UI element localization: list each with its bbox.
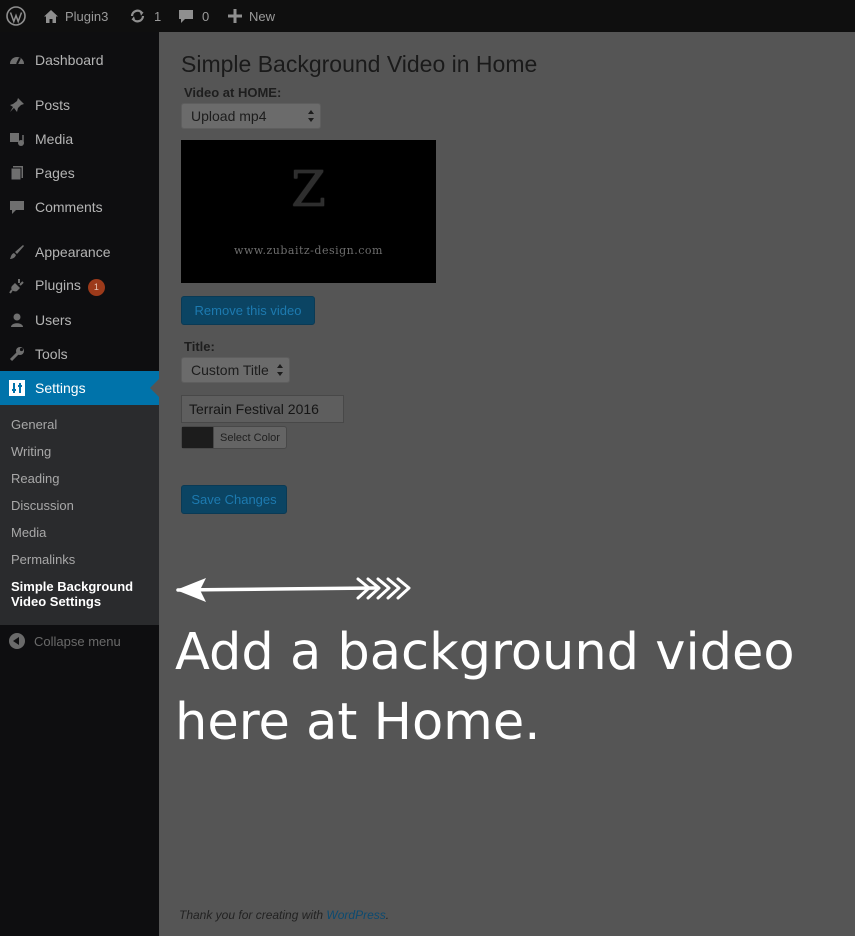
wrench-icon (9, 346, 25, 362)
updates-link[interactable]: 1 (129, 0, 161, 32)
menu-item-settings[interactable]: Settings (0, 371, 159, 405)
updates-icon (129, 8, 146, 24)
color-swatch (182, 427, 214, 448)
settings-icon (9, 380, 25, 396)
comments-link[interactable]: 0 (178, 0, 209, 32)
select-arrows-icon (308, 110, 314, 122)
brush-icon (9, 244, 25, 260)
menu-label: Pages (35, 165, 75, 181)
new-content-link[interactable]: New (228, 0, 275, 32)
new-label: New (249, 8, 276, 24)
footer-suffix: . (385, 908, 390, 922)
pages-icon (9, 165, 25, 181)
menu-label: Users (35, 312, 72, 328)
dashboard-icon (9, 52, 25, 68)
site-name-link[interactable]: Plugin3 (43, 0, 108, 32)
submenu-label-line-2: Video Settings (11, 594, 102, 609)
collapse-icon (9, 633, 25, 649)
user-icon (9, 312, 25, 328)
updates-count: 1 (154, 8, 162, 24)
submenu-item-discussion[interactable]: Discussion (11, 498, 74, 513)
menu-label: Media (35, 131, 74, 147)
save-changes-button[interactable]: Save Changes (181, 485, 287, 514)
menu-item-comments[interactable]: Comments (0, 190, 159, 224)
menu-item-media[interactable]: Media (0, 122, 159, 156)
video-source-select[interactable]: Upload mp4 (181, 103, 321, 129)
media-icon (9, 131, 25, 147)
submenu-item-writing[interactable]: Writing (11, 444, 51, 459)
plugins-update-badge: 1 (87, 278, 105, 296)
submenu-item-reading[interactable]: Reading (11, 471, 59, 486)
select-arrows-icon (277, 364, 283, 376)
comments-count: 0 (202, 8, 210, 24)
admin-sidebar: Dashboard Posts Media Pages Comments App… (0, 32, 159, 936)
menu-label: Settings (35, 380, 86, 396)
comment-icon (9, 199, 25, 215)
annotation-line-2: here at Home. (175, 693, 541, 752)
annotation-arrow-icon (176, 577, 411, 602)
plug-icon (9, 278, 25, 294)
video-preview-logo: Z (291, 160, 326, 218)
menu-item-dashboard[interactable]: Dashboard (0, 43, 159, 77)
pin-icon (9, 97, 25, 113)
submenu-item-simple-background-video-settings[interactable]: Simple Background Video Settings (11, 579, 133, 609)
title-text-input[interactable]: Terrain Festival 2016 (181, 395, 344, 423)
menu-item-posts[interactable]: Posts (0, 88, 159, 122)
video-preview-caption: www.zubaitz-design.com (234, 244, 383, 257)
submenu-label-line-1: Simple Background (11, 579, 134, 594)
select-color-label: Select Color (220, 431, 280, 444)
video-preview: Z www.zubaitz-design.com (181, 140, 436, 283)
menu-label: Tools (35, 346, 68, 362)
menu-item-tools[interactable]: Tools (0, 337, 159, 371)
menu-label: Appearance (35, 244, 111, 260)
wordpress-logo-icon[interactable] (6, 0, 26, 32)
comment-icon (178, 9, 194, 24)
submenu-item-permalinks[interactable]: Permalinks (11, 552, 75, 567)
annotation-line-1: Add a background video (175, 623, 795, 682)
menu-label: Comments (35, 199, 103, 215)
menu-label: Posts (35, 97, 71, 113)
active-indicator-arrow (150, 379, 159, 397)
wordpress-link[interactable]: WordPress (326, 908, 385, 922)
collapse-label: Collapse menu (34, 633, 121, 649)
submenu-item-media[interactable]: Media (11, 525, 46, 540)
site-name: Plugin3 (65, 8, 109, 24)
title-label: Title: (184, 339, 215, 354)
admin-footer: Thank you for creating with WordPress. (179, 908, 389, 922)
page-title: Simple Background Video in Home (181, 51, 538, 77)
remove-video-button[interactable]: Remove this video (181, 296, 315, 325)
submenu-item-general[interactable]: General (11, 417, 57, 432)
home-icon (43, 9, 59, 24)
menu-item-plugins[interactable]: Plugins 1 (0, 269, 159, 303)
collapse-menu-button[interactable]: Collapse menu (9, 632, 121, 650)
plus-icon (228, 9, 242, 23)
settings-submenu: General Writing Reading Discussion Media… (0, 405, 159, 625)
footer-text: Thank you for creating with (179, 908, 327, 922)
menu-label: Plugins 1 (35, 277, 105, 296)
menu-item-appearance[interactable]: Appearance (0, 235, 159, 269)
title-type-value: Custom Title (191, 362, 269, 378)
color-picker-button[interactable]: Select Color (181, 426, 287, 449)
annotation-text: Add a background video here at Home. (175, 618, 835, 758)
menu-label: Dashboard (35, 52, 104, 68)
menu-item-pages[interactable]: Pages (0, 156, 159, 190)
menu-item-users[interactable]: Users (0, 303, 159, 337)
video-label: Video at HOME: (184, 85, 282, 100)
plugins-label: Plugins (35, 276, 81, 293)
title-type-select[interactable]: Custom Title (181, 357, 290, 383)
video-source-value: Upload mp4 (191, 108, 267, 124)
admin-bar: Plugin3 1 0 New (0, 0, 855, 32)
